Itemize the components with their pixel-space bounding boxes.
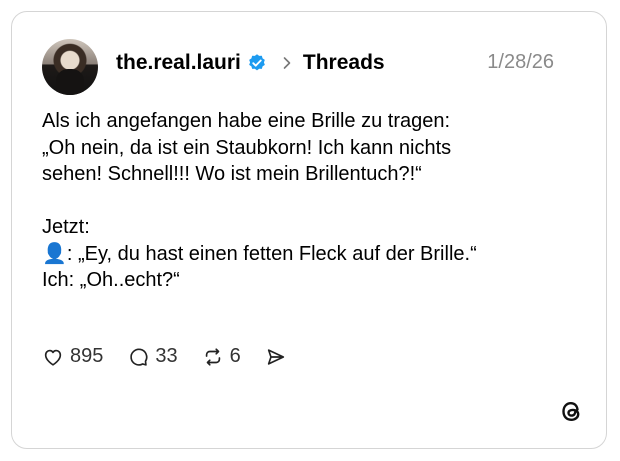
post-line: 👤: „Ey, du hast einen fetten Fleck auf d…	[42, 242, 477, 265]
speech-bubble-icon	[130, 348, 148, 366]
threads-logo-icon[interactable]	[558, 396, 584, 426]
post-line: Als ich angefangen habe eine Brille zu t…	[42, 110, 451, 132]
post-header: the.real.lauri Threads	[116, 50, 385, 76]
share-button[interactable]	[265, 346, 287, 368]
reply-count: 33	[155, 345, 178, 367]
channel-name[interactable]: Threads	[303, 51, 385, 75]
heart-icon	[44, 349, 62, 366]
username[interactable]: the.real.lauri	[116, 51, 241, 75]
post-line: Ich: „Oh..echt?“	[42, 269, 180, 291]
reply-button[interactable]: 33	[127, 345, 178, 368]
post-card: the.real.lauri Threads 1/28/26 Als ich a…	[11, 11, 607, 449]
like-button[interactable]: 895	[42, 345, 103, 368]
post-line: sehen! Schnell!!! Wo ist mein Brillentuc…	[42, 163, 422, 185]
chevron-right-icon	[283, 57, 291, 69]
send-icon	[267, 348, 284, 365]
repost-count: 6	[229, 345, 241, 367]
post-text: Als ich angefangen habe eine Brille zu t…	[42, 108, 582, 294]
like-count: 895	[70, 345, 104, 367]
repost-button[interactable]: 6	[202, 345, 241, 368]
post-line: „Oh nein, da ist ein Staubkorn! Ich kann…	[42, 136, 452, 159]
repost-icon	[205, 347, 220, 366]
verified-badge-icon	[249, 54, 265, 71]
action-bar: 895 33 6	[42, 345, 311, 368]
post-line: Jetzt:	[42, 216, 90, 238]
avatar[interactable]	[42, 39, 98, 95]
post-date: 1/28/26	[487, 51, 554, 73]
